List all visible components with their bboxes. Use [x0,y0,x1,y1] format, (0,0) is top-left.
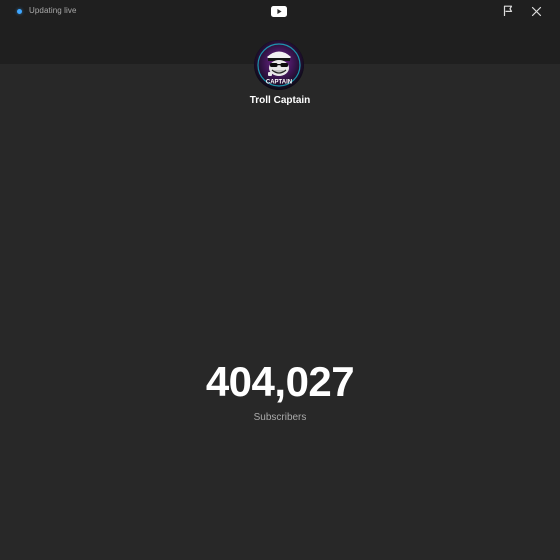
live-status: Updating live [17,6,77,16]
subscriber-label: Subscribers [253,412,307,423]
channel-name: Troll Captain [249,95,311,106]
pin-icon [503,5,513,16]
status-text: Updating live [29,6,77,15]
live-subscriber-counter: Updating live CAPTAIN Troll Captain 404,… [0,0,560,560]
pin-button[interactable] [500,3,516,19]
live-dot-icon [17,8,22,14]
close-icon [531,6,541,16]
troll-captain-avatar-icon: CAPTAIN [254,40,304,90]
avatar-text: CAPTAIN [266,80,292,86]
channel-avatar: CAPTAIN [254,40,304,90]
close-button[interactable] [528,3,544,19]
youtube-logo-icon [271,6,287,17]
subscriber-count: 404,027 [205,358,355,405]
